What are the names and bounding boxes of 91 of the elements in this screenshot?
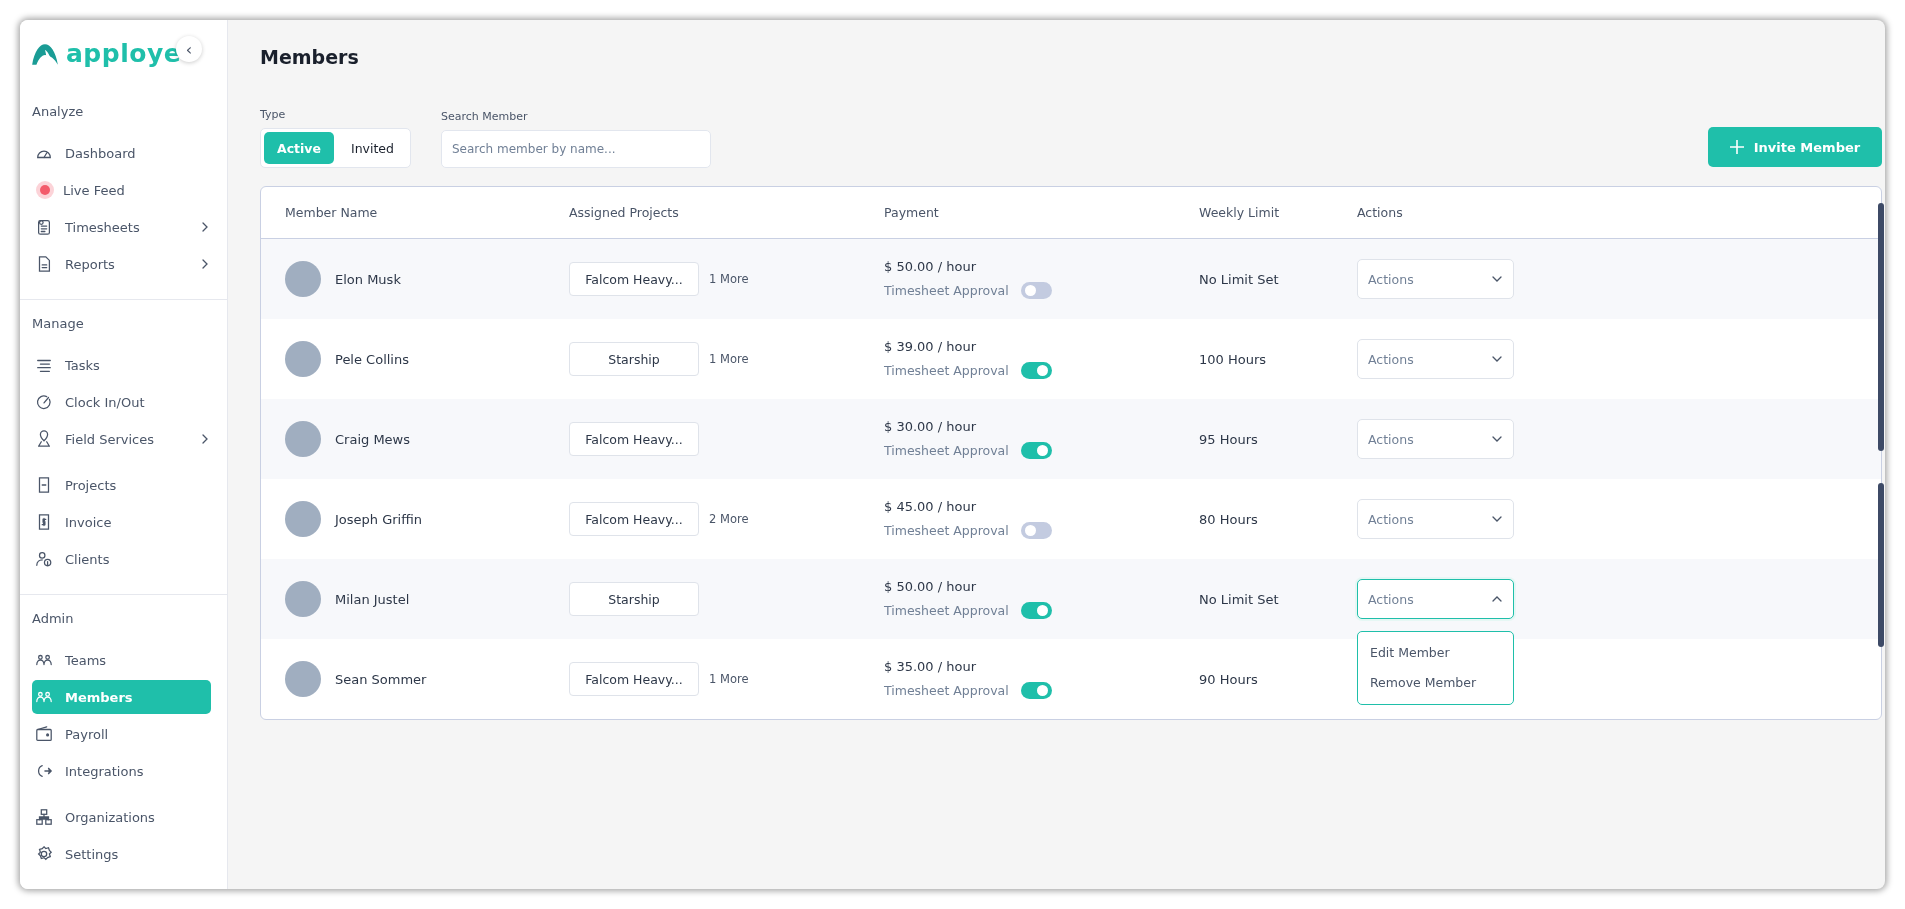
page-title: Members	[260, 46, 360, 68]
approval-switch[interactable]	[1020, 682, 1052, 699]
user-icon	[35, 550, 53, 568]
actions-dropdown[interactable]: Actions	[1357, 579, 1514, 619]
weekly-limit: 80 Hours	[1199, 511, 1259, 527]
clock-icon	[35, 393, 53, 411]
search-label: Search Member	[441, 110, 529, 123]
search-field[interactable]: Search member by name...	[441, 130, 711, 168]
sidebar-item[interactable]: Tasks	[32, 348, 211, 382]
clipboard-icon	[35, 218, 53, 236]
member-name: Elon Musk	[335, 271, 401, 287]
weekly-limit: 100 Hours	[1199, 351, 1268, 367]
member-name: Craig Mews	[335, 431, 410, 447]
approval-switch[interactable]	[1020, 602, 1052, 619]
weekly-limit: No Limit Set	[1199, 591, 1280, 607]
menu-item[interactable]: Edit Member	[1358, 638, 1513, 668]
approval-label: Timesheet Approval	[884, 523, 1009, 538]
payment-rate: $ 30.00 / hour	[884, 419, 978, 434]
avatar-placeholder	[285, 661, 321, 697]
section-heading: Analyze	[31, 103, 85, 121]
avatar-placeholder	[285, 421, 321, 457]
approval-label: Timesheet Approval	[884, 443, 1009, 458]
avatar-placeholder	[285, 261, 321, 297]
more-projects-link[interactable]: 2 More	[709, 512, 749, 526]
sidebar-item[interactable]: Organizations	[32, 800, 211, 834]
weekly-limit: 95 Hours	[1199, 431, 1259, 447]
project-chip[interactable]: Falcom Heavy...	[569, 502, 699, 536]
sidebar-item[interactable]: Live Feed	[32, 173, 211, 207]
approval-switch[interactable]	[1020, 522, 1052, 539]
member-name: Joseph Griffin	[335, 511, 423, 527]
column-header: Member Name	[285, 205, 379, 220]
menu-item[interactable]: Remove Member	[1358, 668, 1513, 698]
member-name: Milan Justel	[335, 591, 410, 607]
project-chip[interactable]: Starship	[569, 342, 699, 376]
approval-label: Timesheet Approval	[884, 683, 1009, 698]
more-projects-link[interactable]: 1 More	[709, 672, 749, 686]
hierarchy-icon	[35, 808, 53, 826]
approval-label: Timesheet Approval	[884, 603, 1009, 618]
avatar-placeholder	[285, 341, 321, 377]
sidebar-item[interactable]: Dashboard	[32, 136, 211, 170]
payment-rate: $ 45.00 / hour	[884, 499, 978, 514]
weekly-limit: 90 Hours	[1199, 671, 1259, 687]
actions-dropdown[interactable]: Actions	[1357, 419, 1514, 459]
scrollbar-thumb[interactable]	[1878, 483, 1884, 647]
payment-rate: $ 35.00 / hour	[884, 659, 978, 674]
column-header: Actions	[1357, 205, 1404, 220]
sidebar-item[interactable]: Teams	[32, 643, 211, 677]
project-chip[interactable]: Falcom Heavy...	[569, 422, 699, 456]
sidebar-item[interactable]: Reports	[32, 247, 211, 281]
project-chip[interactable]: Falcom Heavy...	[569, 262, 699, 296]
more-projects-link[interactable]: 1 More	[709, 272, 749, 286]
approval-switch[interactable]	[1020, 362, 1052, 379]
avatar-placeholder	[285, 581, 321, 617]
project-chip[interactable]: Starship	[569, 582, 699, 616]
column-header: Assigned Projects	[569, 205, 680, 220]
project-chip[interactable]: Falcom Heavy...	[569, 662, 699, 696]
sidebar-item[interactable]: Timesheets	[32, 210, 211, 244]
approval-switch[interactable]	[1020, 442, 1052, 459]
actions-dropdown[interactable]: Actions	[1357, 259, 1514, 299]
type-tab[interactable]: Invited	[338, 132, 407, 164]
payment-rate: $ 39.00 / hour	[884, 339, 978, 354]
lines-icon	[35, 356, 53, 374]
sidebar-item[interactable]: Invoice	[32, 505, 211, 539]
more-projects-link[interactable]: 1 More	[709, 352, 749, 366]
approval-label: Timesheet Approval	[884, 283, 1009, 298]
payment-rate: $ 50.00 / hour	[884, 259, 978, 274]
column-header: Payment	[884, 205, 940, 220]
wallet-icon	[35, 725, 53, 743]
sidebar-item[interactable]: Integrations	[32, 754, 211, 788]
sidebar-item[interactable]: Settings	[32, 837, 211, 871]
sidebar-item[interactable]: Clock In/Out	[32, 385, 211, 419]
column-header: Weekly Limit	[1199, 205, 1281, 220]
plus-icon	[1729, 140, 1744, 154]
sidebar-item[interactable]: Clients	[32, 542, 211, 576]
actions-dropdown[interactable]: Actions	[1357, 499, 1514, 539]
approval-switch[interactable]	[1020, 282, 1052, 299]
sidebar-item[interactable]: Projects	[32, 468, 211, 502]
scrollbar-thumb[interactable]	[1878, 203, 1884, 451]
member-name: Pele Collins	[335, 351, 409, 367]
member-name: Sean Sommer	[335, 671, 427, 687]
section-heading: Admin	[31, 610, 75, 628]
payment-rate: $ 50.00 / hour	[884, 579, 978, 594]
sidebar-item[interactable]: Payroll	[32, 717, 211, 751]
actions-dropdown[interactable]: Actions	[1357, 339, 1514, 379]
avatar-placeholder	[285, 501, 321, 537]
approval-label: Timesheet Approval	[884, 363, 1009, 378]
weekly-limit: No Limit Set	[1199, 271, 1280, 287]
location-pin-icon	[35, 430, 53, 448]
section-heading: Manage	[31, 315, 85, 333]
sidebar-item[interactable]: Field Services	[32, 422, 211, 456]
filter-label: Type	[260, 108, 287, 121]
